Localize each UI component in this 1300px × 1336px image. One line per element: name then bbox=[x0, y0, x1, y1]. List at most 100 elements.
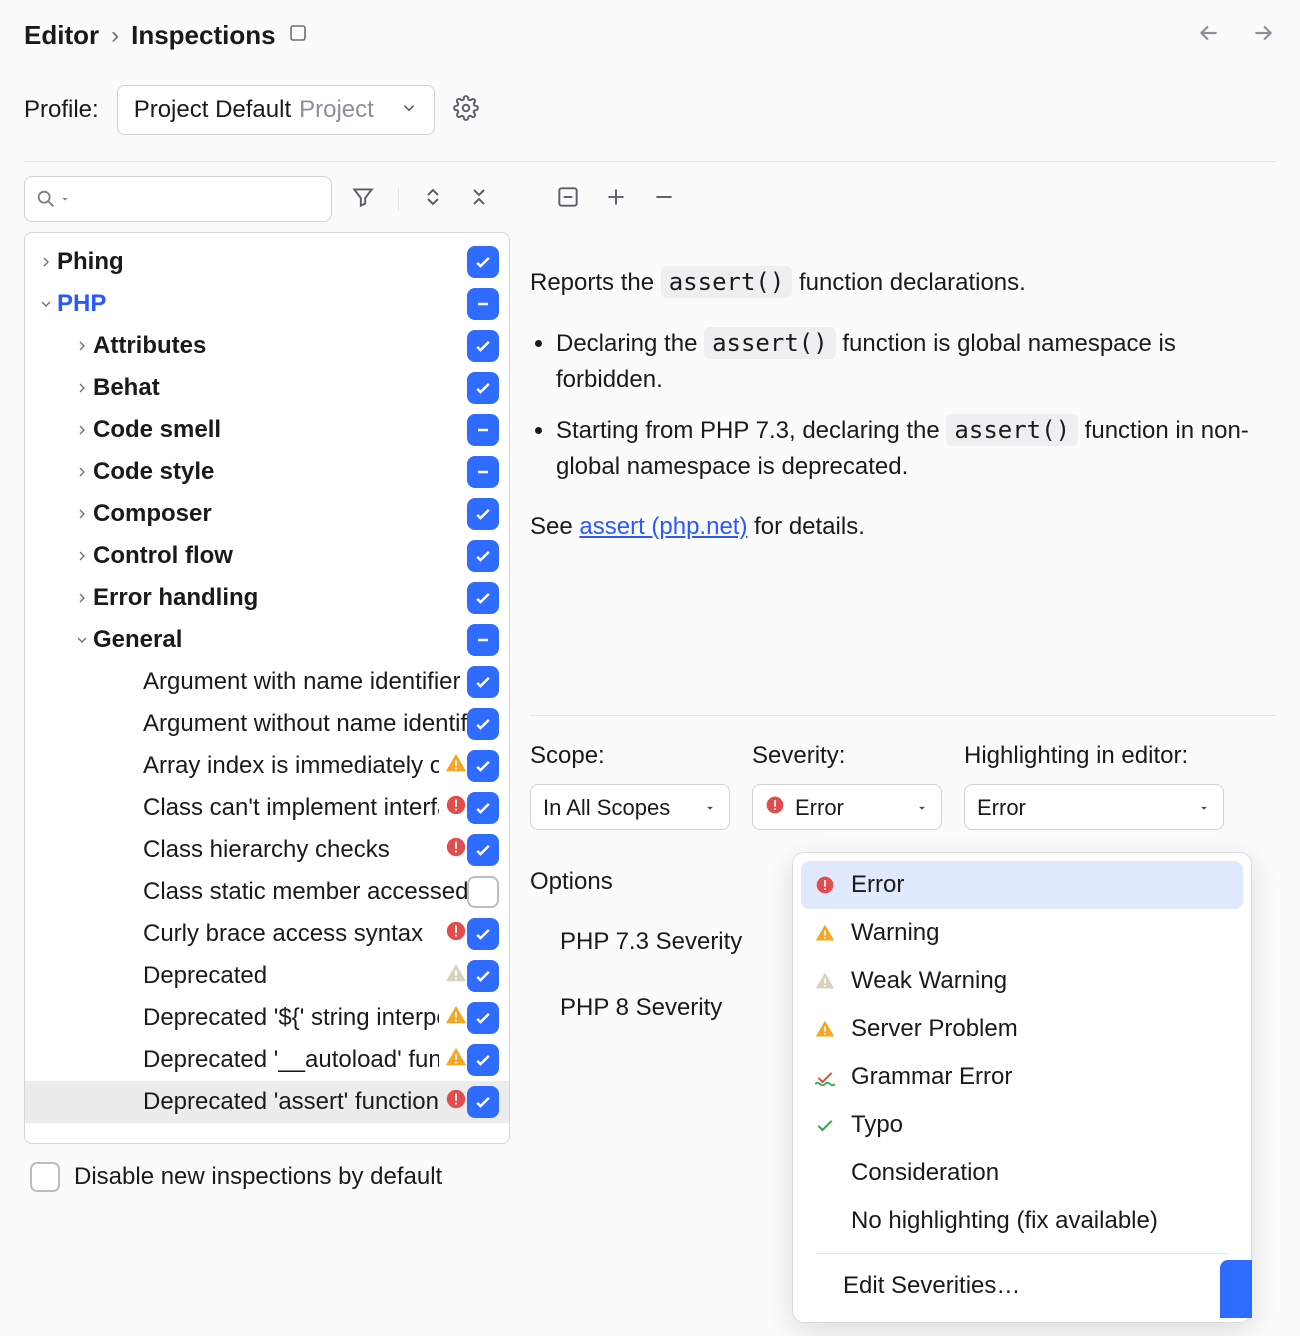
tree-node-controlflow[interactable]: Control flow bbox=[25, 535, 509, 577]
tree-leaf[interactable]: Curly brace access syntax bbox=[25, 913, 509, 955]
tree-leaf[interactable]: Deprecated '${' string interpolation bbox=[25, 997, 509, 1039]
chevron-right-icon bbox=[71, 590, 93, 606]
popup-item-no-highlighting[interactable]: No highlighting (fix available) bbox=[801, 1197, 1243, 1245]
checkbox-icon[interactable] bbox=[467, 1086, 499, 1118]
apply-button[interactable] bbox=[1220, 1260, 1252, 1318]
tree-leaf-selected[interactable]: Deprecated 'assert' function declaration bbox=[25, 1081, 509, 1123]
typo-icon bbox=[813, 1115, 837, 1135]
chevron-right-icon bbox=[71, 380, 93, 396]
checkbox-icon[interactable] bbox=[467, 666, 499, 698]
warning-icon bbox=[445, 752, 467, 781]
popup-item-error[interactable]: Error bbox=[801, 861, 1243, 909]
checkbox-icon[interactable] bbox=[467, 330, 499, 362]
disable-new-inspections-row[interactable]: Disable new inspections by default bbox=[24, 1144, 510, 1192]
checkbox-mixed-icon[interactable] bbox=[467, 456, 499, 488]
expand-all-icon[interactable] bbox=[421, 185, 445, 214]
checkbox-mixed-icon[interactable] bbox=[467, 414, 499, 446]
popup-item-warning[interactable]: Warning bbox=[801, 909, 1243, 957]
caret-down-icon bbox=[915, 791, 929, 824]
caret-down-icon bbox=[703, 791, 717, 824]
tree-node-behat[interactable]: Behat bbox=[25, 367, 509, 409]
chevron-right-icon bbox=[35, 254, 57, 270]
weak-warning-icon bbox=[445, 962, 467, 991]
description-see: See assert (php.net) for details. bbox=[530, 509, 1276, 545]
chevron-right-icon bbox=[71, 338, 93, 354]
popup-item-weak-warning[interactable]: Weak Warning bbox=[801, 957, 1243, 1005]
inspection-tree[interactable]: Phing PHP Attributes Behat bbox=[24, 232, 510, 1144]
warning-icon bbox=[445, 1004, 467, 1033]
tree-node-errorhandling[interactable]: Error handling bbox=[25, 577, 509, 619]
checkbox-icon[interactable] bbox=[467, 582, 499, 614]
scope-label: Scope: bbox=[530, 738, 730, 774]
tree-node-composer[interactable]: Composer bbox=[25, 493, 509, 535]
popup-item-server-problem[interactable]: Server Problem bbox=[801, 1005, 1243, 1053]
checkbox-icon[interactable] bbox=[467, 834, 499, 866]
highlight-select[interactable]: Error bbox=[964, 784, 1224, 830]
checkbox-empty-icon[interactable] bbox=[30, 1162, 60, 1192]
warning-icon bbox=[445, 1046, 467, 1075]
tree-leaf[interactable]: Deprecated bbox=[25, 955, 509, 997]
checkbox-icon[interactable] bbox=[467, 750, 499, 782]
checkbox-empty-icon[interactable] bbox=[467, 876, 499, 908]
tree-leaf[interactable]: Deprecated '__autoload' function bbox=[25, 1039, 509, 1081]
checkbox-mixed-icon[interactable] bbox=[467, 624, 499, 656]
tree-leaf[interactable]: Argument without name identifier bbox=[25, 703, 509, 745]
popup-item-grammar-error[interactable]: Grammar Error bbox=[801, 1053, 1243, 1101]
highlight-label: Highlighting in editor: bbox=[964, 738, 1224, 774]
popup-edit-severities[interactable]: Edit Severities… bbox=[801, 1262, 1243, 1314]
filter-icon[interactable] bbox=[350, 184, 376, 215]
chevron-down-icon bbox=[71, 632, 93, 648]
checkbox-icon[interactable] bbox=[467, 792, 499, 824]
tree-node-phing[interactable]: Phing bbox=[25, 241, 509, 283]
checkbox-icon[interactable] bbox=[467, 246, 499, 278]
tree-leaf[interactable]: Array index is immediately overwritten bbox=[25, 745, 509, 787]
back-icon[interactable] bbox=[1196, 20, 1222, 51]
search-input[interactable] bbox=[24, 176, 332, 222]
checkbox-icon[interactable] bbox=[467, 960, 499, 992]
tree-node-php[interactable]: PHP bbox=[25, 283, 509, 325]
tree-leaf[interactable]: Class can't implement interface bbox=[25, 787, 509, 829]
checkbox-mixed-icon[interactable] bbox=[467, 288, 499, 320]
checkbox-icon[interactable] bbox=[467, 540, 499, 572]
checkbox-icon[interactable] bbox=[467, 372, 499, 404]
grammar-icon bbox=[813, 1067, 837, 1087]
profile-label: Profile: bbox=[24, 96, 99, 124]
tree-leaf[interactable]: Class static member accessed via instanc… bbox=[25, 871, 509, 913]
profile-select[interactable]: Project Default Project bbox=[117, 85, 435, 135]
warning-icon bbox=[813, 1019, 837, 1039]
error-icon bbox=[445, 920, 467, 949]
breadcrumb-leaf: Inspections bbox=[131, 20, 275, 51]
profile-row: Profile: Project Default Project bbox=[24, 85, 1276, 162]
search-icon bbox=[35, 188, 57, 210]
checkbox-icon[interactable] bbox=[467, 918, 499, 950]
detach-window-icon[interactable] bbox=[288, 23, 308, 48]
tree-node-attributes[interactable]: Attributes bbox=[25, 325, 509, 367]
tree-leaf[interactable]: Argument with name identifier bbox=[25, 661, 509, 703]
breadcrumb-root[interactable]: Editor bbox=[24, 20, 99, 51]
popup-item-typo[interactable]: Typo bbox=[801, 1101, 1243, 1149]
collapse-all-icon[interactable] bbox=[467, 185, 491, 214]
warning-icon bbox=[813, 923, 837, 943]
checkbox-icon[interactable] bbox=[467, 708, 499, 740]
assert-phpnet-link[interactable]: assert (php.net) bbox=[579, 513, 747, 540]
remove-icon[interactable] bbox=[651, 184, 677, 215]
chevron-right-icon bbox=[71, 506, 93, 522]
tree-node-codesmell[interactable]: Code smell bbox=[25, 409, 509, 451]
add-icon[interactable] bbox=[603, 184, 629, 215]
severity-select[interactable]: Error bbox=[752, 784, 942, 830]
collapse-icon[interactable] bbox=[555, 184, 581, 215]
tree-leaf[interactable]: Class hierarchy checks bbox=[25, 829, 509, 871]
tree-node-general[interactable]: General bbox=[25, 619, 509, 661]
tree-node-codestyle[interactable]: Code style bbox=[25, 451, 509, 493]
popup-item-consideration[interactable]: Consideration bbox=[801, 1149, 1243, 1197]
gear-icon[interactable] bbox=[453, 95, 479, 126]
checkbox-icon[interactable] bbox=[467, 1002, 499, 1034]
forward-icon[interactable] bbox=[1250, 20, 1276, 51]
checkbox-icon[interactable] bbox=[467, 1044, 499, 1076]
chevron-right-icon: › bbox=[111, 22, 119, 50]
chevron-right-icon bbox=[71, 464, 93, 480]
description-text: Reports the assert() function declaratio… bbox=[530, 264, 1276, 301]
error-icon bbox=[765, 791, 785, 824]
scope-select[interactable]: In All Scopes bbox=[530, 784, 730, 830]
checkbox-icon[interactable] bbox=[467, 498, 499, 530]
